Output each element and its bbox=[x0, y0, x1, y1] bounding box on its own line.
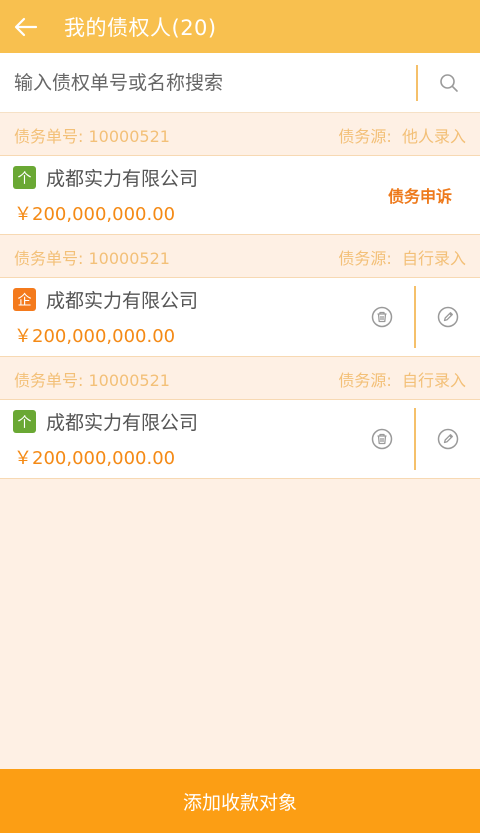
edit-button[interactable] bbox=[416, 278, 480, 356]
debt-record: 债务单号: 10000521 债务源: 他人录入 个 成都实力有限公司 ￥200… bbox=[0, 114, 480, 235]
record-header: 债务单号: 10000521 债务源: 自行录入 bbox=[0, 236, 480, 277]
creditor-info: 个 成都实力有限公司 ￥200,000,000.00 bbox=[0, 156, 360, 234]
pencil-icon bbox=[437, 306, 459, 328]
creditor-card[interactable]: 个 成都实力有限公司 ￥200,000,000.00 债务申诉 bbox=[0, 155, 480, 235]
search-input[interactable] bbox=[0, 62, 416, 103]
record-header: 债务单号: 10000521 债务源: 自行录入 bbox=[0, 358, 480, 399]
record-header: 债务单号: 10000521 债务源: 他人录入 bbox=[0, 114, 480, 155]
order-number: 债务单号: 10000521 bbox=[14, 248, 170, 268]
debt-record: 债务单号: 10000521 债务源: 自行录入 企 成都实力有限公司 ￥200… bbox=[0, 236, 480, 357]
debt-source: 债务源: 他人录入 bbox=[338, 126, 466, 146]
trash-icon bbox=[371, 428, 393, 450]
edit-button[interactable] bbox=[416, 400, 480, 478]
debt-amount: ￥200,000,000.00 bbox=[14, 204, 176, 225]
page-title: 我的债权人(20) bbox=[64, 15, 217, 40]
person-badge: 个 bbox=[13, 166, 36, 189]
order-number: 债务单号: 10000521 bbox=[14, 370, 170, 390]
debt-source: 债务源: 自行录入 bbox=[338, 370, 466, 390]
debt-amount: ￥200,000,000.00 bbox=[14, 326, 176, 347]
creditor-info: 个 成都实力有限公司 ￥200,000,000.00 bbox=[0, 400, 350, 478]
company-name: 成都实力有限公司 bbox=[46, 412, 199, 434]
person-badge: 个 bbox=[13, 410, 36, 433]
add-payee-button[interactable]: 添加收款对象 bbox=[0, 769, 480, 833]
company-name: 成都实力有限公司 bbox=[46, 168, 199, 190]
delete-button[interactable] bbox=[350, 278, 414, 356]
debt-source: 债务源: 自行录入 bbox=[338, 248, 466, 268]
creditor-info: 企 成都实力有限公司 ￥200,000,000.00 bbox=[0, 278, 350, 356]
debt-record: 债务单号: 10000521 债务源: 自行录入 个 成都实力有限公司 ￥200… bbox=[0, 358, 480, 479]
arrow-left-icon bbox=[14, 17, 38, 36]
company-name: 成都实力有限公司 bbox=[46, 290, 199, 312]
debt-amount: ￥200,000,000.00 bbox=[14, 448, 176, 469]
search-bar bbox=[0, 53, 480, 113]
debt-appeal-button[interactable]: 债务申诉 bbox=[360, 156, 480, 234]
creditor-card[interactable]: 企 成都实力有限公司 ￥200,000,000.00 bbox=[0, 277, 480, 357]
trash-icon bbox=[371, 306, 393, 328]
back-button[interactable] bbox=[0, 0, 52, 53]
order-number: 债务单号: 10000521 bbox=[14, 126, 170, 146]
pencil-icon bbox=[437, 428, 459, 450]
card-actions bbox=[350, 400, 480, 478]
top-bar: 我的债权人(20) bbox=[0, 0, 480, 53]
company-badge: 企 bbox=[13, 288, 36, 311]
search-icon bbox=[440, 73, 458, 92]
card-actions bbox=[350, 278, 480, 356]
search-button[interactable] bbox=[418, 53, 480, 113]
creditor-card[interactable]: 个 成都实力有限公司 ￥200,000,000.00 bbox=[0, 399, 480, 479]
delete-button[interactable] bbox=[350, 400, 414, 478]
